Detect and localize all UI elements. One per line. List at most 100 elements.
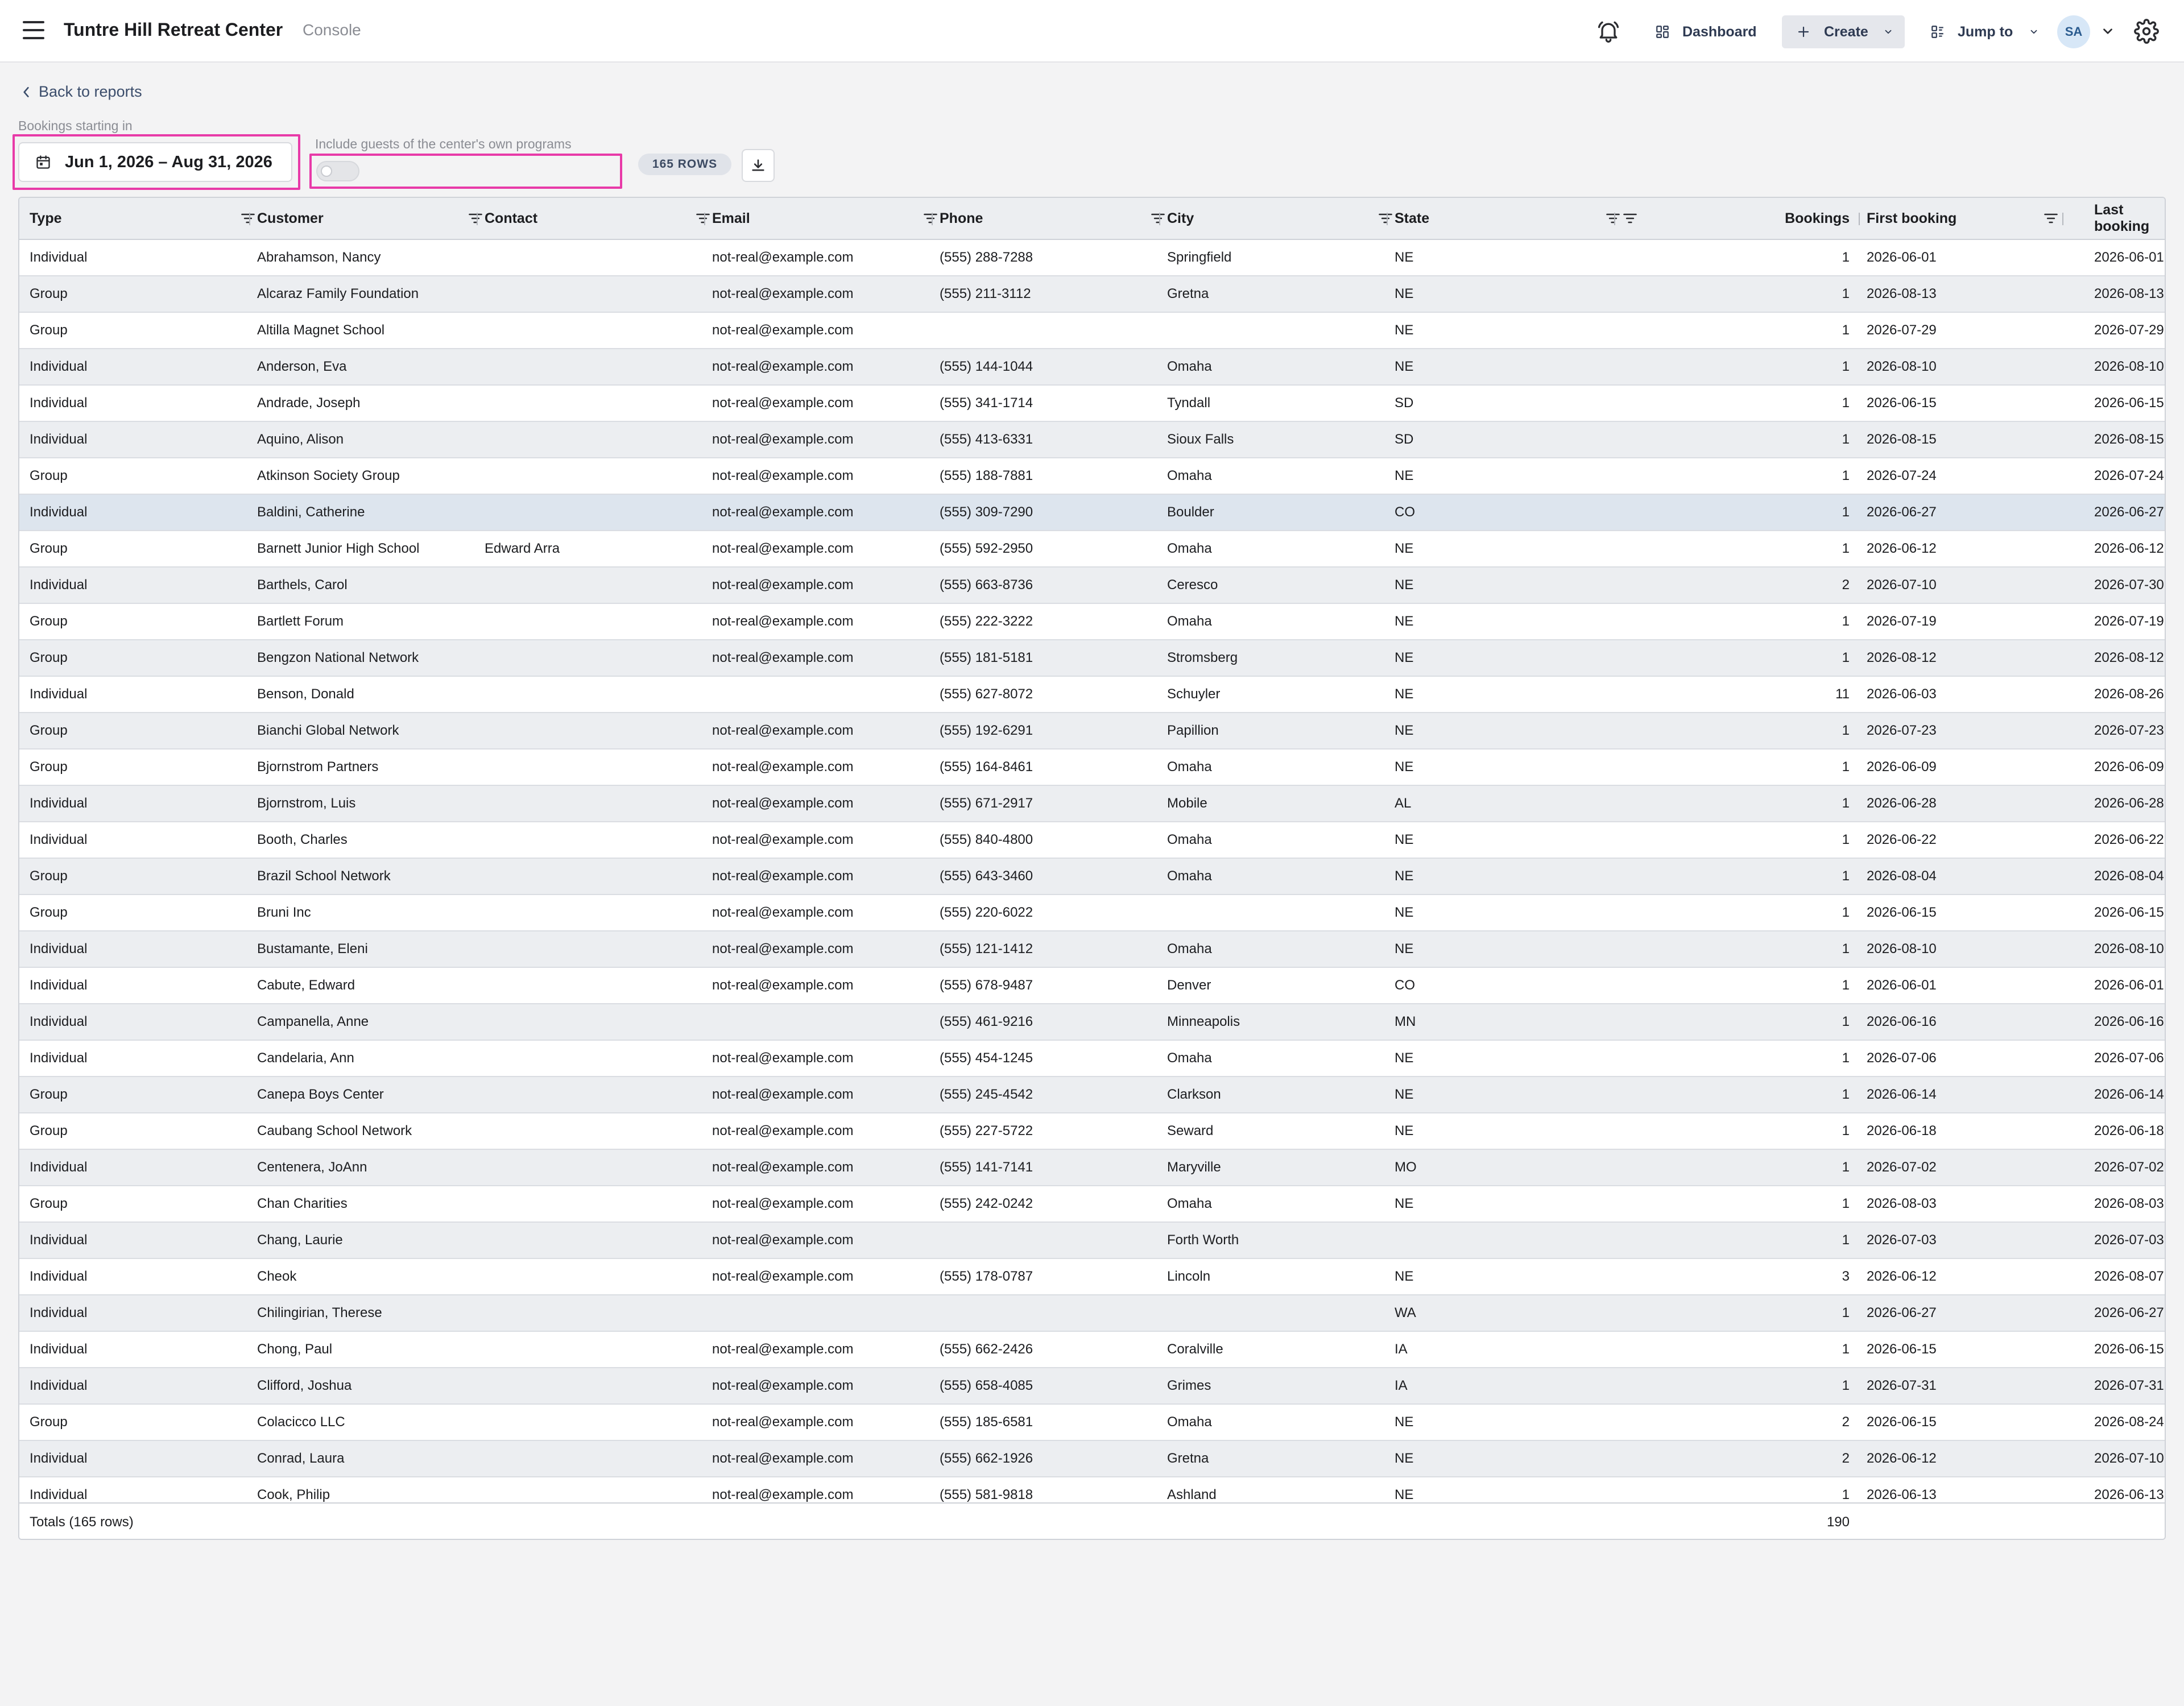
menu-icon[interactable] [23,21,44,42]
column-resize-handle[interactable] [1159,213,1160,225]
cell-phone: (555) 164-8461 [940,759,1033,775]
table-row[interactable]: Group Colacicco LLC not-real@example.com (5… [19,1405,2165,1441]
dashboard-button[interactable]: Dashboard [1649,15,1763,48]
column-header-city[interactable]: City [1167,198,1372,239]
table-row[interactable]: Individual Baldini, Catherine not-real@exa… [19,495,2165,531]
cell-type: Individual [30,1487,88,1502]
table-row[interactable]: Group Bruni Inc not-real@example.com (555) … [19,895,2165,931]
column-resize-handle[interactable] [1614,213,1615,225]
cell-customer: Alcaraz Family Foundation [257,286,419,301]
filter-icon[interactable] [1150,212,1166,225]
table-row[interactable]: Individual Bjornstrom, Luis not-real@examp… [19,786,2165,822]
column-header-type[interactable]: Type [30,198,234,239]
filter-icon[interactable] [2043,212,2059,225]
table-row[interactable]: Group Brazil School Network not-real@examp… [19,859,2165,895]
cell-last-booking: 2026-08-13 [2094,286,2164,301]
column-header-state[interactable]: State [1395,198,1599,239]
table-row[interactable]: Individual Centenera, JoAnn not-real@examp… [19,1150,2165,1186]
column-resize-handle[interactable] [2062,213,2063,225]
table-row[interactable]: Individual Clifford, Joshua not-real@examp… [19,1368,2165,1405]
cell-bookings: 1 [1842,504,1850,520]
table-row[interactable]: Individual Chong, Paul not-real@example.co… [19,1332,2165,1368]
table-row[interactable]: Individual Chang, Laurie not-real@example.… [19,1223,2165,1259]
back-to-reports-link[interactable]: Back to reports [22,83,142,101]
notifications-bell-icon[interactable] [1596,19,1621,44]
table-row[interactable]: Individual Barthels, Carol not-real@exampl… [19,568,2165,604]
cell-contact [485,968,689,1003]
jump-to-button[interactable]: Jump to [1925,15,2045,48]
table-row[interactable]: Individual Cook, Philip not-real@example.c… [19,1477,2165,1502]
filter-icon[interactable] [1378,212,1393,225]
table-row[interactable]: Individual Aquino, Alison not-real@example… [19,422,2165,458]
table-row[interactable]: Group Altilla Magnet School not-real@examp… [19,313,2165,349]
filter-icon[interactable] [695,212,711,225]
column-resize-handle[interactable] [932,213,933,225]
cell-email: not-real@example.com [712,1269,854,1284]
table-row[interactable]: Individual Cheok not-real@example.com (555)… [19,1259,2165,1295]
table-row[interactable]: Individual Campanella, Anne (555) 461-9216… [19,1004,2165,1041]
cell-bookings: 1 [1842,1087,1850,1102]
cell-state: CO [1395,504,1415,520]
cell-contact [485,386,689,421]
table-row[interactable]: Individual Benson, Donald (555) 627-8072 Sc… [19,677,2165,713]
filter-icon[interactable] [923,212,938,225]
table-row[interactable]: Group Chan Charities not-real@example.com (… [19,1186,2165,1223]
table-row[interactable]: Individual Candelaria, Ann not-real@exampl… [19,1041,2165,1077]
filter-icon[interactable] [1622,212,1638,225]
cell-first-booking: 2026-07-10 [1867,577,1937,593]
table-row[interactable]: Individual Cabute, Edward not-real@example… [19,968,2165,1004]
table-row[interactable]: Individual Andrade, Joseph not-real@exampl… [19,386,2165,422]
table-row[interactable]: Individual Bustamante, Eleni not-real@exam… [19,931,2165,968]
create-button[interactable]: Create [1782,15,1905,48]
cell-customer: Bustamante, Eleni [257,941,368,956]
cell-contact [485,495,689,530]
column-resize-handle[interactable] [1387,213,1388,225]
settings-gear-icon[interactable] [2134,19,2159,44]
table-row[interactable]: Group Barnett Junior High School Edward Ar… [19,531,2165,568]
column-header-customer[interactable]: Customer [257,198,462,239]
table-row[interactable]: Individual Anderson, Eva not-real@example.… [19,349,2165,386]
column-header-contact[interactable]: Contact [485,198,689,239]
column-header-last-booking[interactable]: Last booking [2094,198,2164,239]
table-row[interactable]: Individual Conrad, Laura not-real@example.… [19,1441,2165,1477]
date-range-picker[interactable]: Jun 1, 2026 – Aug 31, 2026 [18,142,292,182]
download-button[interactable] [742,149,775,182]
cell-phone: (555) 663-8736 [940,577,1033,593]
cell-phone: (555) 461-9216 [940,1014,1033,1029]
table-row[interactable]: Group Alcaraz Family Foundation not-real@e… [19,276,2165,313]
table-row[interactable]: Individual Chilingirian, Therese WA 1 2026-0… [19,1295,2165,1332]
table-row[interactable]: Group Bengzon National Network not-real@ex… [19,640,2165,677]
column-resize-handle[interactable] [704,213,705,225]
column-resize-handle[interactable] [477,213,478,225]
cell-contact: Edward Arra [485,541,560,556]
table-row[interactable]: Group Caubang School Network not-real@exam… [19,1113,2165,1150]
column-header-bookings[interactable]: Bookings [1720,198,1850,239]
table-row[interactable]: Group Bartlett Forum not-real@example.com (… [19,604,2165,640]
cell-city: Stromsberg [1167,650,1238,665]
filter-icon[interactable] [468,212,483,225]
cell-type: Individual [30,1232,88,1248]
calendar-icon [36,155,50,169]
cell-phone: (555) 662-2426 [940,1341,1033,1357]
cell-phone: (555) 227-5722 [940,1123,1033,1138]
filter-icon[interactable] [240,212,256,225]
column-header-email[interactable]: Email [712,198,917,239]
cell-customer: Chang, Laurie [257,1232,343,1248]
cell-state: NE [1395,905,1414,920]
cell-email: not-real@example.com [712,286,854,301]
table-body[interactable]: Individual Abrahamson, Nancy not-real@exam… [19,240,2165,1502]
account-menu-chevron-icon[interactable] [2100,24,2115,39]
table-row[interactable]: Individual Abrahamson, Nancy not-real@exam… [19,240,2165,276]
column-header-first-booking[interactable]: First booking [1867,198,2071,239]
table-row[interactable]: Group Atkinson Society Group not-real@exam… [19,458,2165,495]
table-row[interactable]: Individual Booth, Charles not-real@example… [19,822,2165,859]
column-header-phone[interactable]: Phone [940,198,1144,239]
column-resize-handle[interactable] [249,213,250,225]
cell-city: Forth Worth [1167,1232,1239,1248]
table-row[interactable]: Group Bianchi Global Network not-real@exam… [19,713,2165,750]
table-row[interactable]: Group Canepa Boys Center not-real@example.… [19,1077,2165,1113]
include-guests-toggle[interactable] [316,161,359,181]
avatar[interactable]: SA [2057,15,2090,48]
column-resize-handle[interactable] [1859,213,1860,225]
table-row[interactable]: Group Bjornstrom Partners not-real@example… [19,750,2165,786]
